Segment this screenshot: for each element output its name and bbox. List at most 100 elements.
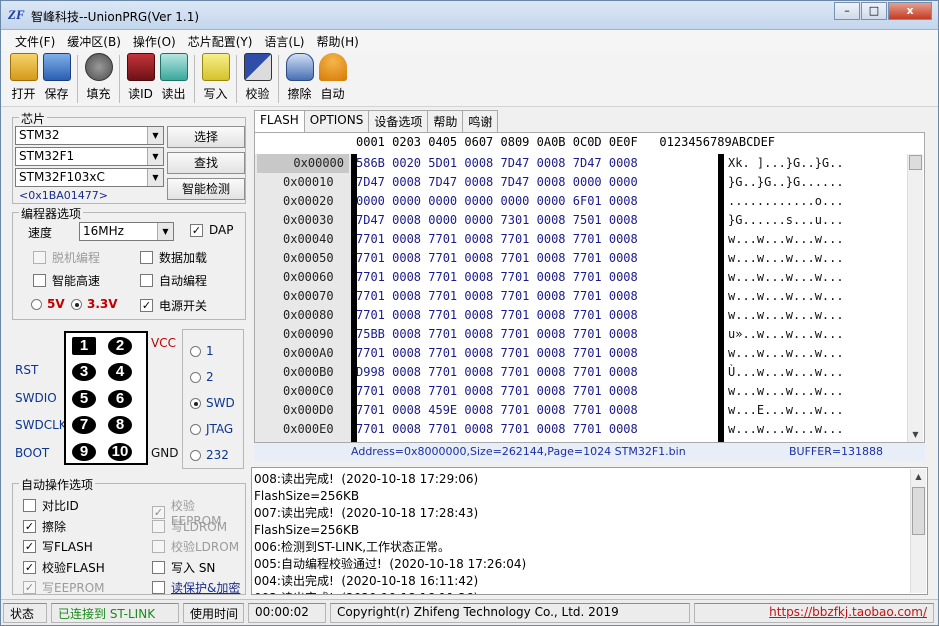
- mode-2-radio[interactable]: 2: [190, 370, 214, 384]
- radio-dot[interactable]: [190, 423, 201, 435]
- toolbar-button-10[interactable]: 校验: [241, 51, 274, 105]
- log-scrollbar[interactable]: ▲: [910, 469, 926, 593]
- hex-row[interactable]: 0x00010 7D47 0008 7D47 0008 7D47 0008 000…: [255, 173, 924, 192]
- auto-op-checkbox-3[interactable]: 写LDROM: [152, 518, 227, 535]
- vendor-select[interactable]: STM32 ▼: [15, 126, 164, 145]
- hex-ascii[interactable]: w...E...w...w...: [728, 401, 844, 420]
- checkbox-box[interactable]: [152, 581, 165, 594]
- hex-data[interactable]: 7701 0008 7701 0008 7701 0008 7701 0008: [356, 344, 638, 363]
- hex-row[interactable]: 0x00020 0000 0000 0000 0000 0000 0000 6F0…: [255, 192, 924, 211]
- hex-data[interactable]: 7701 0008 7701 0008 7701 0008 7701 0008: [356, 420, 638, 439]
- auto-op-checkbox-9[interactable]: 读保护&加密: [152, 579, 240, 596]
- checkbox-box[interactable]: [152, 540, 165, 553]
- title-bar[interactable]: ZF 智峰科技--UnionPRG(Ver 1.1) – □ x: [1, 1, 938, 30]
- hex-row[interactable]: 0x00040 7701 0008 7701 0008 7701 0008 770…: [255, 230, 924, 249]
- hex-row[interactable]: 0x00060 7701 0008 7701 0008 7701 0008 770…: [255, 268, 924, 287]
- hex-row[interactable]: 0x000E0 7701 0008 7701 0008 7701 0008 770…: [255, 420, 924, 439]
- toolbar-button-0[interactable]: 打开: [7, 51, 40, 105]
- offline-prog-checkbox[interactable]: 脱机编程: [33, 249, 100, 266]
- radio-dot[interactable]: [190, 449, 201, 461]
- radio-dot[interactable]: [190, 397, 201, 409]
- select-chip-button[interactable]: 选择: [167, 126, 245, 148]
- tab-3[interactable]: 帮助: [427, 110, 464, 132]
- checkbox-box[interactable]: [140, 274, 153, 287]
- hex-row[interactable]: 0x00030 7D47 0008 0000 0000 7301 0008 750…: [255, 211, 924, 230]
- checkbox-box[interactable]: [152, 560, 165, 574]
- menu-item-5[interactable]: 帮助(H): [310, 30, 364, 51]
- hex-data[interactable]: 586B 0020 5D01 0008 7D47 0008 7D47 0008: [356, 154, 638, 173]
- chevron-down-icon[interactable]: ▼: [147, 127, 163, 144]
- hex-data[interactable]: 7701 0008 7701 0008 7701 0008 7701 0008: [356, 268, 638, 287]
- toolbar-button-3[interactable]: 填充: [82, 51, 115, 105]
- mode-swd-radio[interactable]: SWD: [190, 396, 235, 410]
- model-select[interactable]: STM32F103xC ▼: [15, 168, 164, 187]
- smart-detect-button[interactable]: 智能检测: [167, 178, 245, 200]
- log-panel[interactable]: 008:读出完成! (2020-10-18 17:29:06) FlashSize…: [251, 467, 928, 595]
- hex-ascii[interactable]: ............o...: [728, 192, 844, 211]
- toolbar-button-6[interactable]: 读出: [157, 51, 190, 105]
- hex-data[interactable]: 75BB 0008 7701 0008 7701 0008 7701 0008: [356, 325, 638, 344]
- radio-dot[interactable]: [31, 298, 42, 310]
- chevron-down-icon[interactable]: ▼: [157, 223, 173, 240]
- tab-1[interactable]: OPTIONS: [303, 110, 370, 132]
- hex-row[interactable]: 0x000A0 7701 0008 7701 0008 7701 0008 770…: [255, 344, 924, 363]
- hex-editor[interactable]: 0001 0203 0405 0607 0809 0A0B 0C0D 0E0F …: [254, 132, 925, 443]
- voltage-33v-radio[interactable]: 3.3V: [71, 297, 118, 311]
- data-load-checkbox[interactable]: 数据加载: [140, 249, 207, 266]
- checkbox-box[interactable]: [152, 519, 165, 533]
- checkbox-box[interactable]: [33, 251, 46, 264]
- auto-op-checkbox-0[interactable]: 对比ID: [23, 497, 79, 514]
- voltage-5v-radio[interactable]: 5V: [31, 297, 65, 311]
- hex-data[interactable]: 7701 0008 7701 0008 7701 0008 7701 0008: [356, 249, 638, 268]
- checkbox-box[interactable]: [140, 251, 153, 264]
- checkbox-box[interactable]: ✓: [23, 540, 36, 553]
- auto-op-checkbox-4[interactable]: ✓ 写FLASH: [23, 538, 93, 555]
- radio-dot[interactable]: [190, 371, 201, 383]
- toolbar-button-1[interactable]: 保存: [40, 51, 73, 105]
- hex-ascii[interactable]: w...w...w...w...: [728, 268, 844, 287]
- hex-ascii[interactable]: w...w...w...w...: [728, 382, 844, 401]
- log-scroll-thumb[interactable]: [912, 487, 925, 535]
- hex-row[interactable]: 0x000D0 7701 0008 459E 0008 7701 0008 770…: [255, 401, 924, 420]
- hex-ascii[interactable]: w...w...w...w...: [728, 306, 844, 325]
- family-select[interactable]: STM32F1 ▼: [15, 147, 164, 166]
- hex-ascii[interactable]: Ù...w...w...w...: [728, 363, 844, 382]
- chevron-down-icon[interactable]: ▼: [147, 148, 163, 165]
- scroll-down-icon[interactable]: ▼: [908, 427, 923, 442]
- mode-1-radio[interactable]: 1: [190, 344, 214, 358]
- tab-0[interactable]: FLASH: [254, 110, 305, 133]
- hex-data[interactable]: 0000 0000 0000 0000 0000 0000 6F01 0008: [356, 192, 638, 211]
- checkbox-box[interactable]: [23, 499, 36, 512]
- menu-item-4[interactable]: 语言(L): [258, 30, 310, 51]
- smart-speed-checkbox[interactable]: 智能高速: [33, 272, 100, 289]
- auto-op-checkbox-6[interactable]: ✓ 校验FLASH: [23, 559, 105, 576]
- mode-jtag-radio[interactable]: JTAG: [190, 422, 233, 436]
- toolbar-button-5[interactable]: 读ID: [124, 51, 157, 105]
- hex-scroll-thumb[interactable]: [909, 155, 922, 170]
- checkbox-box[interactable]: ✓: [140, 299, 153, 312]
- toolbar-button-8[interactable]: 写入: [199, 51, 232, 105]
- checkbox-box[interactable]: ✓: [190, 223, 203, 237]
- scroll-up-icon[interactable]: ▲: [911, 469, 926, 484]
- hex-data[interactable]: 7701 0008 459E 0008 7701 0008 7701 0008: [356, 401, 638, 420]
- menu-item-2[interactable]: 操作(O): [127, 30, 182, 51]
- hex-row[interactable]: 0x00080 7701 0008 7701 0008 7701 0008 770…: [255, 306, 924, 325]
- hex-ascii[interactable]: }G......s...u...: [728, 211, 844, 230]
- toolbar-button-12[interactable]: 擦除: [283, 51, 316, 105]
- hex-ascii[interactable]: w...w...w...w...: [728, 420, 844, 439]
- auto-op-checkbox-2[interactable]: ✓ 擦除: [23, 518, 66, 535]
- tab-4[interactable]: 鸣谢: [462, 110, 499, 132]
- checkbox-box[interactable]: ✓: [23, 560, 36, 574]
- hex-data[interactable]: D998 0008 7701 0008 7701 0008 7701 0008: [356, 363, 638, 382]
- close-button[interactable]: x: [888, 2, 932, 20]
- hex-data[interactable]: 7701 0008 7701 0008 7701 0008 7701 0008: [356, 230, 638, 249]
- auto-op-checkbox-7[interactable]: 写入 SN: [152, 559, 215, 576]
- maximize-button[interactable]: □: [861, 2, 887, 20]
- minimize-button[interactable]: –: [834, 2, 860, 20]
- checkbox-box[interactable]: ✓: [23, 581, 36, 594]
- menu-item-1[interactable]: 缓冲区(B): [61, 30, 127, 51]
- hex-data[interactable]: 7701 0008 7701 0008 7701 0008 7701 0008: [356, 382, 638, 401]
- hex-ascii[interactable]: w...w...w...w...: [728, 344, 844, 363]
- auto-op-checkbox-8[interactable]: ✓ 写EEPROM: [23, 579, 105, 596]
- speed-select[interactable]: 16MHz ▼: [79, 222, 174, 241]
